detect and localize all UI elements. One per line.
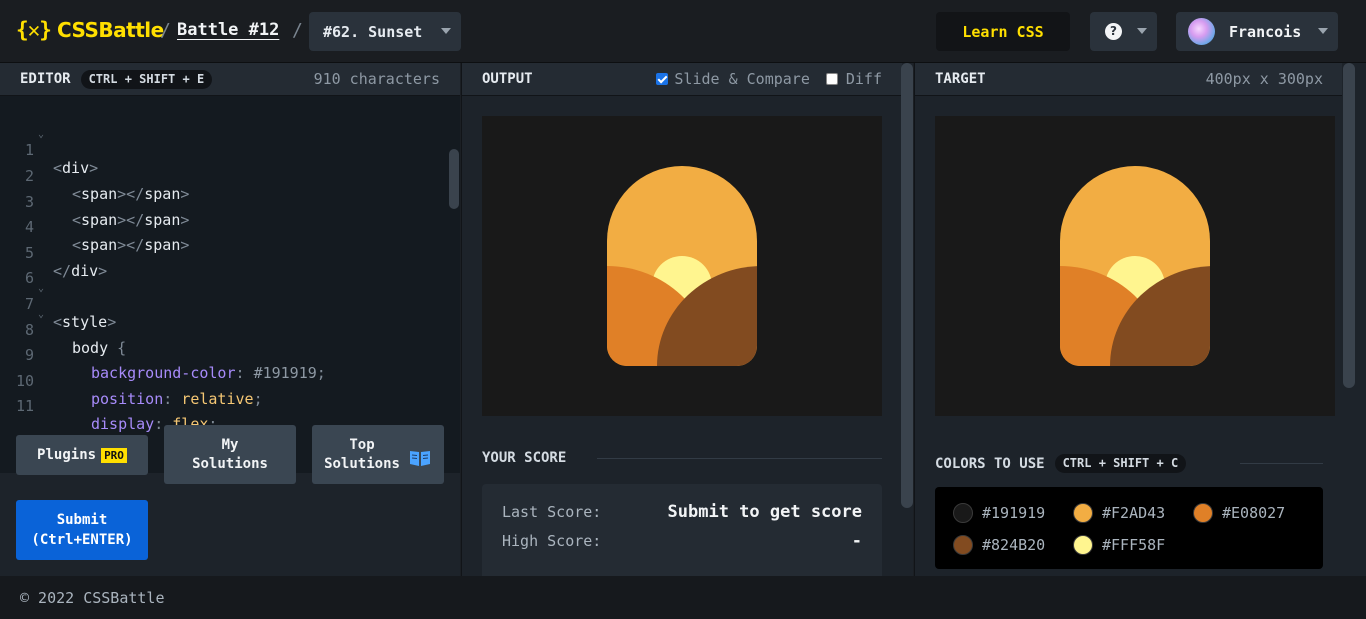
- user-name: Francois: [1229, 23, 1302, 41]
- score-box: Last Score: Submit to get score High Sco…: [482, 484, 882, 576]
- editor-title: EDITOR: [20, 71, 71, 87]
- output-canvas[interactable]: [482, 116, 882, 416]
- color-swatch[interactable]: #824B20: [953, 535, 1045, 555]
- color-swatch[interactable]: #E08027: [1193, 503, 1285, 523]
- sunset-card: [607, 166, 757, 366]
- chevron-down-icon: [441, 28, 451, 34]
- my-solutions-button[interactable]: My Solutions: [164, 425, 296, 484]
- chevron-down-icon: [1318, 28, 1328, 34]
- output-scrollbar[interactable]: [901, 63, 913, 508]
- code-line: 11 display: flex;: [15, 397, 218, 433]
- output-panel: OUTPUT Slide & Compare Diff YOUR SCORE L…: [461, 63, 913, 576]
- code-line: 10 position: relative;: [15, 372, 263, 408]
- copyright-text: © 2022 CSSBattle: [20, 589, 165, 607]
- editor-shortcut-badge: CTRL + SHIFT + E: [80, 69, 213, 89]
- code-line: 5 </div>: [24, 244, 108, 280]
- editor-scrollbar[interactable]: [449, 149, 459, 209]
- target-canvas: [935, 116, 1335, 416]
- colors-shortcut-badge: CTRL + SHIFT + C: [1054, 454, 1187, 473]
- plugins-button[interactable]: Plugins PRO: [16, 435, 148, 475]
- output-title: OUTPUT: [482, 71, 533, 87]
- color-dot: [1193, 503, 1213, 523]
- last-score-label: Last Score:: [502, 503, 602, 521]
- logo-text: CSSBattle: [56, 18, 164, 42]
- fold-icon[interactable]: ⌄: [38, 309, 44, 320]
- pro-badge: PRO: [101, 447, 127, 463]
- color-dot: [953, 535, 973, 555]
- code-editor[interactable]: 1 ⌄ <div> 2 <span></span> 3 <span></span>…: [0, 96, 460, 473]
- sunset-card: [1060, 166, 1210, 366]
- avatar: [1188, 18, 1215, 45]
- breadcrumb-separator: /: [160, 20, 171, 41]
- output-bar: OUTPUT Slide & Compare Diff: [462, 63, 902, 96]
- chevron-down-icon: [1137, 28, 1147, 34]
- target-bar: TARGET 400px x 300px: [915, 63, 1343, 96]
- color-palette: #191919 #F2AD43 #E08027 #824B20 #FFF58F: [935, 487, 1323, 569]
- code-line: 3 <span></span>: [24, 193, 190, 229]
- battle-link[interactable]: Battle #12: [177, 20, 279, 40]
- top-header: {✕} CSSBattle / Battle #12 / #62. Sunset…: [0, 0, 1366, 63]
- color-swatch[interactable]: #191919: [953, 503, 1045, 523]
- top-solutions-button[interactable]: Top Solutions: [312, 425, 444, 484]
- learn-css-button[interactable]: Learn CSS: [936, 12, 1070, 51]
- target-select[interactable]: #62. Sunset: [309, 12, 461, 51]
- code-line: 6: [24, 269, 34, 287]
- high-score-value: -: [851, 531, 862, 551]
- fold-icon[interactable]: ⌄: [38, 129, 44, 140]
- diff-checkbox[interactable]: [825, 73, 838, 85]
- code-line: 2 <span></span>: [24, 167, 190, 203]
- target-panel: TARGET 400px x 300px COLORS TO USE CTRL …: [914, 63, 1343, 576]
- fold-icon[interactable]: ⌄: [38, 283, 44, 294]
- code-line: 9 background-color: #191919;: [24, 346, 326, 382]
- high-score-label: High Score:: [502, 532, 602, 550]
- code-line: 4 <span></span>: [24, 218, 190, 254]
- divider: [597, 458, 882, 459]
- colors-heading: COLORS TO USE CTRL + SHIFT + C: [935, 454, 1187, 473]
- character-count: 910 characters: [313, 70, 440, 88]
- diff-toggle[interactable]: Diff: [825, 70, 882, 88]
- color-dot: [953, 503, 973, 523]
- submit-button[interactable]: Submit (Ctrl+ENTER): [16, 500, 148, 560]
- code-line: 7 ⌄ <style>: [24, 283, 117, 331]
- editor-bar: EDITOR CTRL + SHIFT + E 910 characters: [0, 63, 460, 96]
- color-dot: [1073, 503, 1093, 523]
- user-menu-button[interactable]: Francois: [1176, 12, 1338, 51]
- cssbattle-logo[interactable]: {✕} CSSBattle: [16, 18, 164, 42]
- footer: © 2022 CSSBattle: [0, 576, 1366, 619]
- color-swatch[interactable]: #F2AD43: [1073, 503, 1165, 523]
- your-score-heading: YOUR SCORE: [482, 450, 567, 466]
- color-dot: [1073, 535, 1093, 555]
- code-line: 1 ⌄ <div>: [24, 129, 99, 177]
- last-score-value: Submit to get score: [667, 502, 862, 522]
- color-swatch[interactable]: #FFF58F: [1073, 535, 1165, 555]
- help-menu-button[interactable]: ?: [1090, 12, 1157, 51]
- slide-compare-toggle[interactable]: Slide & Compare: [656, 70, 810, 88]
- slide-compare-checkbox[interactable]: [656, 73, 669, 85]
- target-size: 400px x 300px: [1205, 70, 1323, 88]
- logo-icon: {✕}: [16, 18, 52, 42]
- breadcrumb-separator: /: [292, 20, 303, 41]
- page-scrollbar[interactable]: [1343, 63, 1355, 388]
- target-title: TARGET: [935, 71, 986, 87]
- divider: [1240, 463, 1323, 464]
- help-icon: ?: [1105, 23, 1122, 40]
- book-icon: [409, 450, 430, 466]
- editor-panel: EDITOR CTRL + SHIFT + E 910 characters 1…: [0, 63, 460, 576]
- code-line: 8 ⌄ body {: [24, 309, 127, 357]
- target-select-label: #62. Sunset: [323, 22, 423, 41]
